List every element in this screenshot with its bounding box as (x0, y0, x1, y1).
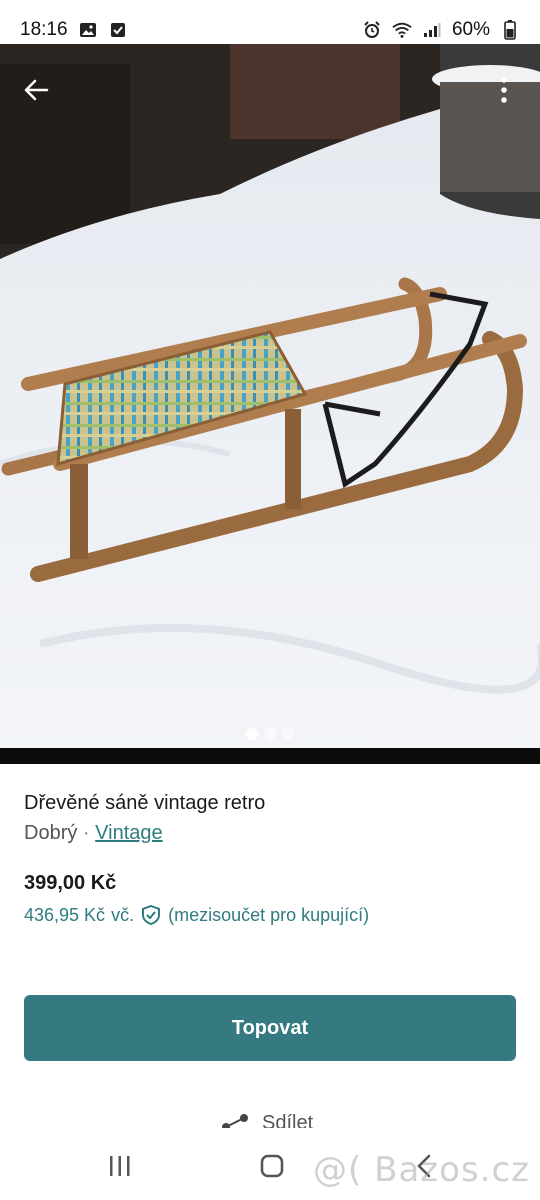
recent-apps-button[interactable] (100, 1152, 140, 1180)
back-button[interactable] (14, 68, 58, 112)
more-vertical-icon (501, 77, 507, 103)
photo-bottom-bar (0, 748, 540, 764)
price-incl-note: (mezisoučet pro kupující) (168, 904, 370, 925)
condition-text: Dobrý (24, 822, 78, 844)
home-button[interactable] (252, 1152, 292, 1180)
listing-price: 399,00 Kč (24, 872, 117, 894)
gallery-dot-1[interactable] (246, 728, 258, 740)
gallery-dot-3[interactable] (282, 728, 294, 740)
status-right: 60% (362, 19, 520, 41)
status-left: 18:16 (20, 19, 128, 41)
bazos-watermark: @( Bazos.cz (313, 1150, 530, 1190)
battery-level: 60% (451, 19, 490, 40)
separator: · (82, 822, 90, 844)
more-options-button[interactable] (482, 68, 526, 112)
condition-row: Dobrý · Vintage (24, 820, 516, 846)
price-incl-value: 436,95 Kč (24, 904, 106, 925)
product-photo[interactable] (0, 44, 540, 764)
listing-info: Dřevěné sáně vintage retro Dobrý · Vinta… (24, 790, 516, 846)
gallery-dot-2[interactable] (264, 728, 276, 740)
home-icon (260, 1154, 284, 1178)
gallery-notification-icon (78, 20, 98, 40)
status-time: 18:16 (20, 19, 68, 40)
recent-apps-icon (110, 1156, 130, 1176)
price-with-fees[interactable]: 436,95 Kč vč. (mezisoučet pro kupující) (24, 904, 369, 926)
battery-icon (500, 20, 520, 40)
alarm-icon (362, 20, 382, 40)
listing-title: Dřevěné sáně vintage retro (24, 792, 266, 814)
signal-icon (422, 20, 442, 40)
topovat-button[interactable]: Topovat (24, 995, 516, 1061)
checkbox-notification-icon (108, 20, 128, 40)
back-arrow-icon (24, 79, 49, 101)
gallery-indicator (0, 728, 540, 742)
sled-photo-image (0, 44, 540, 764)
brand-link[interactable]: Vintage (95, 822, 162, 844)
shield-check-icon (140, 904, 162, 926)
price-incl-suffix: vč. (111, 904, 135, 925)
wifi-icon (392, 20, 412, 40)
